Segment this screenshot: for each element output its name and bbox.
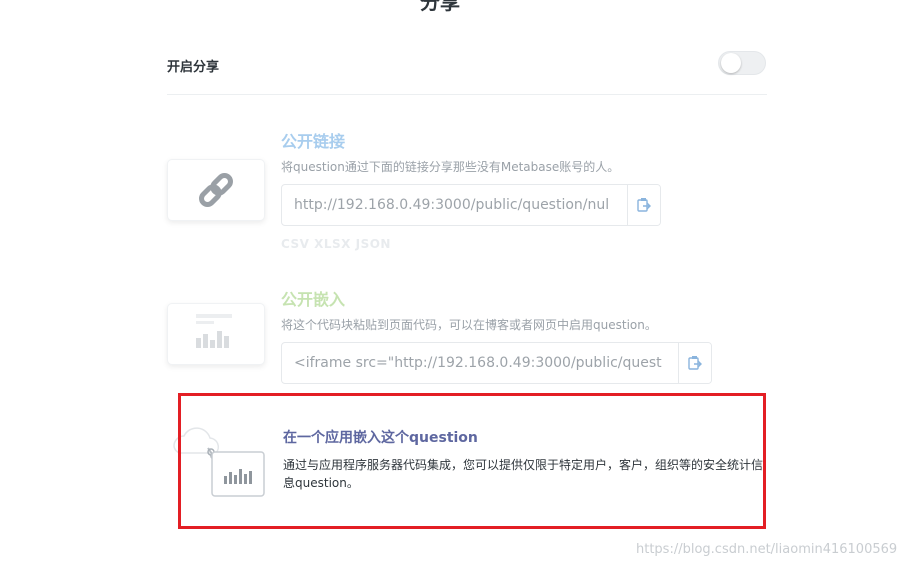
public-embed-title: 公开嵌入: [281, 290, 346, 309]
public-embed-description: 将这个代码块粘贴到页面代码，可以在博客或者网页中启用question。: [281, 318, 657, 332]
public-link-description: 将question通过下面的链接分享那些没有Metabase账号的人。: [281, 160, 620, 174]
page-title: 分享: [420, 0, 460, 14]
copy-embed-button[interactable]: [678, 343, 711, 383]
enable-sharing-label: 开启分享: [167, 60, 220, 75]
link-icon: [199, 173, 233, 207]
divider: [167, 94, 767, 95]
copy-link-button[interactable]: [627, 185, 660, 225]
link-icon-card: [167, 159, 265, 221]
public-link-url-field[interactable]: http://192.168.0.49:3000/public/question…: [281, 184, 661, 226]
download-formats: CSV XLSX JSON: [281, 237, 391, 251]
copy-icon: [688, 356, 702, 370]
embed-code-field[interactable]: <iframe src="http://192.168.0.49:3000/pu…: [281, 342, 712, 384]
toggle-knob: [721, 53, 741, 73]
public-link-url[interactable]: http://192.168.0.49:3000/public/question…: [294, 197, 609, 213]
chart-embed-icon: [196, 314, 232, 348]
copy-icon: [637, 198, 651, 212]
embed-icon-card: [167, 303, 265, 365]
watermark: https://blog.csdn.net/liaomin416100569: [636, 542, 898, 557]
embed-code[interactable]: <iframe src="http://192.168.0.49:3000/pu…: [294, 355, 662, 371]
highlight-box: [178, 393, 766, 529]
enable-sharing-toggle[interactable]: [718, 51, 766, 75]
public-link-title: 公开链接: [281, 132, 346, 151]
